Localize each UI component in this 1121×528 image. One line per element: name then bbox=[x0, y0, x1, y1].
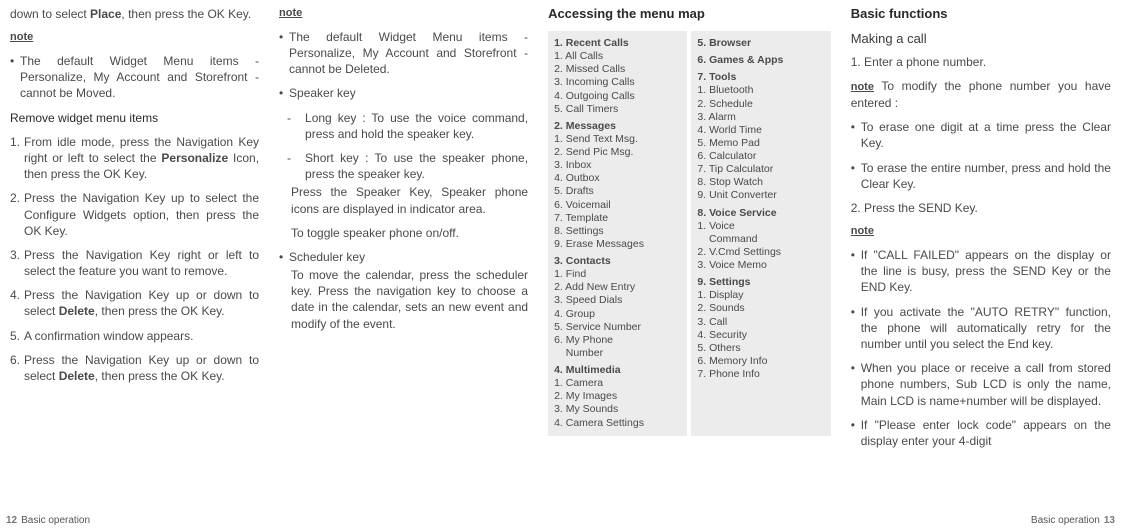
speaker-long: -Long key : To use the voice command, pr… bbox=[279, 110, 528, 142]
note-b4: •If "Please enter lock code" appears on … bbox=[851, 417, 1111, 449]
bullet-2: •To erase the entire number, press and h… bbox=[851, 160, 1111, 192]
note-heading: note bbox=[851, 224, 1111, 239]
step-2: 2.Press the Navigation Key up to select … bbox=[10, 190, 259, 239]
note-bullet: •The default Widget Menu items - Persona… bbox=[279, 29, 528, 78]
section-title: Basic functions bbox=[851, 6, 1111, 21]
speaker-key: •Speaker key bbox=[279, 85, 528, 101]
step-6: 6.Press the Navigation Key up or down to… bbox=[10, 352, 259, 384]
note-heading: note bbox=[279, 6, 528, 21]
footer-left: 12Basic operation bbox=[6, 515, 90, 526]
step-1: 1.From idle mode, press the Navigation K… bbox=[10, 134, 259, 183]
col-2: note •The default Widget Menu items - Pe… bbox=[269, 0, 538, 528]
step-1: 1. Enter a phone number. bbox=[851, 54, 1111, 70]
menu-map: 1. Recent Calls 1. All Calls2. Missed Ca… bbox=[548, 31, 831, 436]
scheduler-note: To move the calendar, press the schedule… bbox=[279, 267, 528, 332]
scheduler-key: •Scheduler key bbox=[279, 249, 528, 265]
speaker-short: -Short key : To use the speaker phone, p… bbox=[279, 150, 528, 182]
note-inline: note To modify the phone number you have… bbox=[851, 78, 1111, 111]
note-b1: •If "CALL FAILED" appears on the display… bbox=[851, 247, 1111, 296]
step-3: 3.Press the Navigation Key right or left… bbox=[10, 247, 259, 279]
note-b2: •If you activate the "AUTO RETRY" functi… bbox=[851, 304, 1111, 353]
sub-heading: Making a call bbox=[851, 31, 1111, 46]
speaker-note2: To toggle speaker phone on/off. bbox=[279, 225, 528, 241]
col-1: down to select Place, then press the OK … bbox=[0, 0, 269, 528]
note-b3: •When you place or receive a call from s… bbox=[851, 360, 1111, 409]
menu-title: Accessing the menu map bbox=[548, 6, 831, 21]
col-3: Accessing the menu map 1. Recent Calls 1… bbox=[538, 0, 841, 528]
step-4: 4.Press the Navigation Key up or down to… bbox=[10, 287, 259, 319]
menu-right: 5. Browser 6. Games & Apps 7. Tools 1. B… bbox=[691, 31, 830, 436]
speaker-note1: Press the Speaker Key, Speaker phone ico… bbox=[279, 184, 528, 216]
step-2: 2. Press the SEND Key. bbox=[851, 200, 1111, 216]
menu-left: 1. Recent Calls 1. All Calls2. Missed Ca… bbox=[548, 31, 687, 436]
col-4: Basic functions Making a call 1. Enter a… bbox=[841, 0, 1121, 528]
page-spread: down to select Place, then press the OK … bbox=[0, 0, 1121, 528]
note-heading: note bbox=[10, 30, 259, 45]
step-5: 5.A confirmation window appears. bbox=[10, 328, 259, 344]
sub-heading: Remove widget menu items bbox=[10, 110, 259, 126]
intro-text: down to select Place, then press the OK … bbox=[10, 6, 259, 22]
bullet-1: •To erase one digit at a time press the … bbox=[851, 119, 1111, 151]
note-bullet: •The default Widget Menu items - Persona… bbox=[10, 53, 259, 102]
footer-right: Basic operation13 bbox=[1031, 515, 1115, 526]
